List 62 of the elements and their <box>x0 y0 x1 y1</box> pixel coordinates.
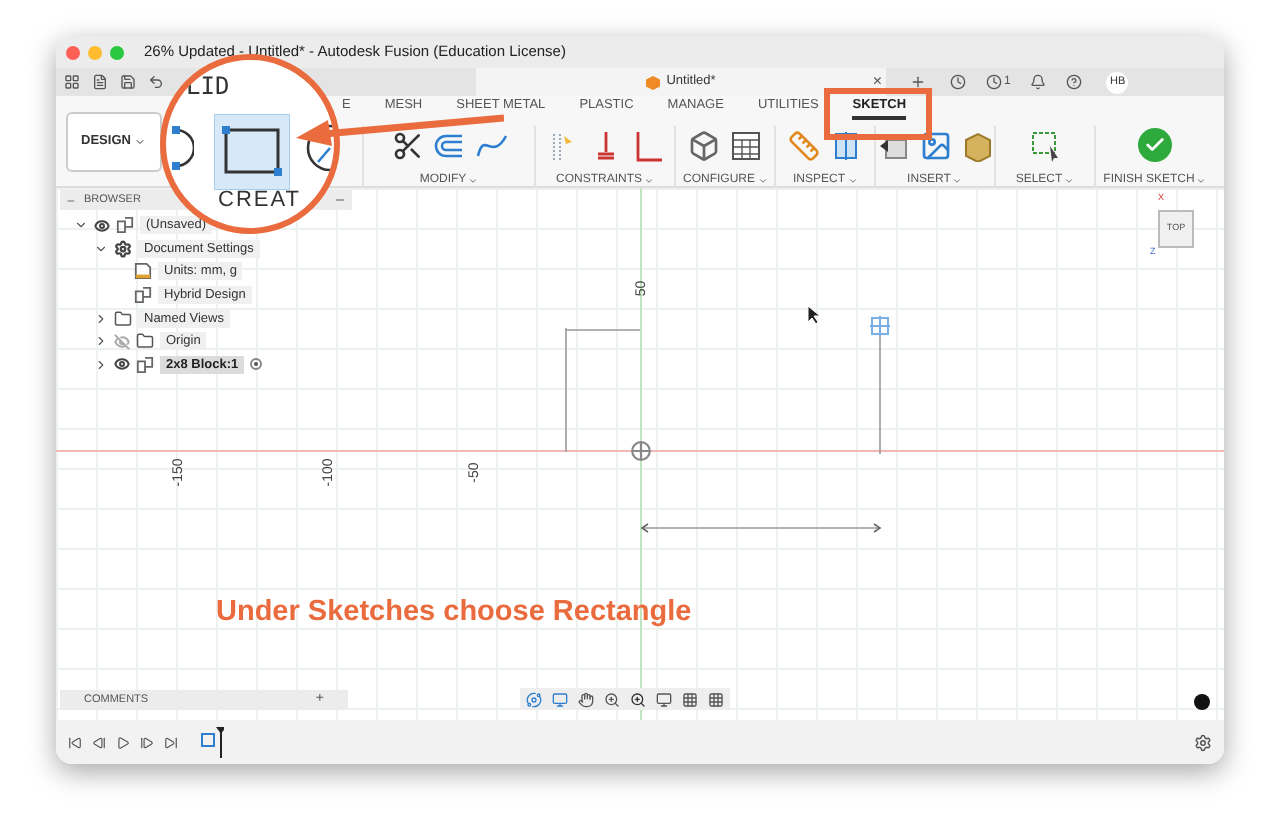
component-icon <box>134 286 152 305</box>
arc-tool-icon <box>170 124 194 172</box>
folder-icon <box>114 309 132 328</box>
first-step-icon[interactable] <box>68 735 82 749</box>
instruction-caption: Under Sketches choose Rectangle <box>216 594 692 632</box>
caret-icon <box>1196 175 1207 185</box>
caret-icon <box>757 175 767 185</box>
highlight-frame <box>824 88 932 140</box>
cursor-icon <box>808 306 822 324</box>
document-icon <box>134 262 152 281</box>
magnified-group-label: CREAT <box>218 186 301 216</box>
close-tab-button[interactable]: × <box>872 72 882 92</box>
active-dot-icon[interactable] <box>250 358 263 371</box>
check-icon[interactable] <box>1138 128 1172 162</box>
caret-icon <box>644 175 654 185</box>
zoom-icon[interactable] <box>604 691 620 707</box>
cube-icon <box>646 75 661 89</box>
caret-icon <box>468 175 479 185</box>
image-icon[interactable] <box>919 129 951 161</box>
fit-icon[interactable] <box>630 691 646 707</box>
sketch-point-icon <box>870 316 890 336</box>
rectangle-tool-icon <box>214 114 290 190</box>
table-icon[interactable] <box>730 129 762 161</box>
clock-icon[interactable] <box>950 74 966 90</box>
caret-icon <box>134 135 147 147</box>
timeline-sketch-icon[interactable] <box>200 726 224 758</box>
component-icon <box>116 216 134 235</box>
file-icon[interactable] <box>92 74 108 90</box>
bell-icon[interactable] <box>1030 74 1047 90</box>
caret-icon <box>952 175 963 185</box>
next-step-icon[interactable] <box>140 735 154 749</box>
caret-icon <box>847 175 857 185</box>
previous-step-icon[interactable] <box>92 735 106 749</box>
angle-icon[interactable] <box>631 129 663 161</box>
assistant-icon[interactable] <box>1194 694 1210 710</box>
select-box-icon[interactable] <box>1029 129 1061 161</box>
caret-icon <box>1064 175 1075 185</box>
origin-icon <box>630 440 652 462</box>
gear-icon <box>114 239 132 258</box>
box-icon[interactable] <box>688 129 720 161</box>
folder-icon <box>136 332 154 351</box>
undo-icon[interactable] <box>148 74 164 90</box>
orbit-icon[interactable] <box>526 691 542 707</box>
help-icon[interactable] <box>1066 74 1083 90</box>
display-icon[interactable] <box>656 691 672 707</box>
offset-icon[interactable] <box>433 129 465 161</box>
play-icon[interactable] <box>116 735 130 749</box>
viewports-icon[interactable] <box>708 691 724 707</box>
circle-tool-icon <box>302 124 334 172</box>
grid-icon[interactable] <box>64 74 80 90</box>
settings-icon[interactable] <box>1194 733 1212 751</box>
grid-settings-icon[interactable] <box>682 691 698 707</box>
eye-icon[interactable] <box>114 356 130 373</box>
new-tab-icon[interactable] <box>910 74 926 90</box>
component-icon <box>136 355 154 374</box>
save-icon[interactable] <box>120 74 136 90</box>
eye-icon[interactable] <box>94 217 110 234</box>
pan-icon[interactable] <box>578 691 594 707</box>
crate-icon[interactable] <box>961 129 993 161</box>
scissors-icon[interactable] <box>391 129 423 161</box>
close-window-icon[interactable] <box>66 45 80 59</box>
last-step-icon[interactable] <box>164 735 178 749</box>
